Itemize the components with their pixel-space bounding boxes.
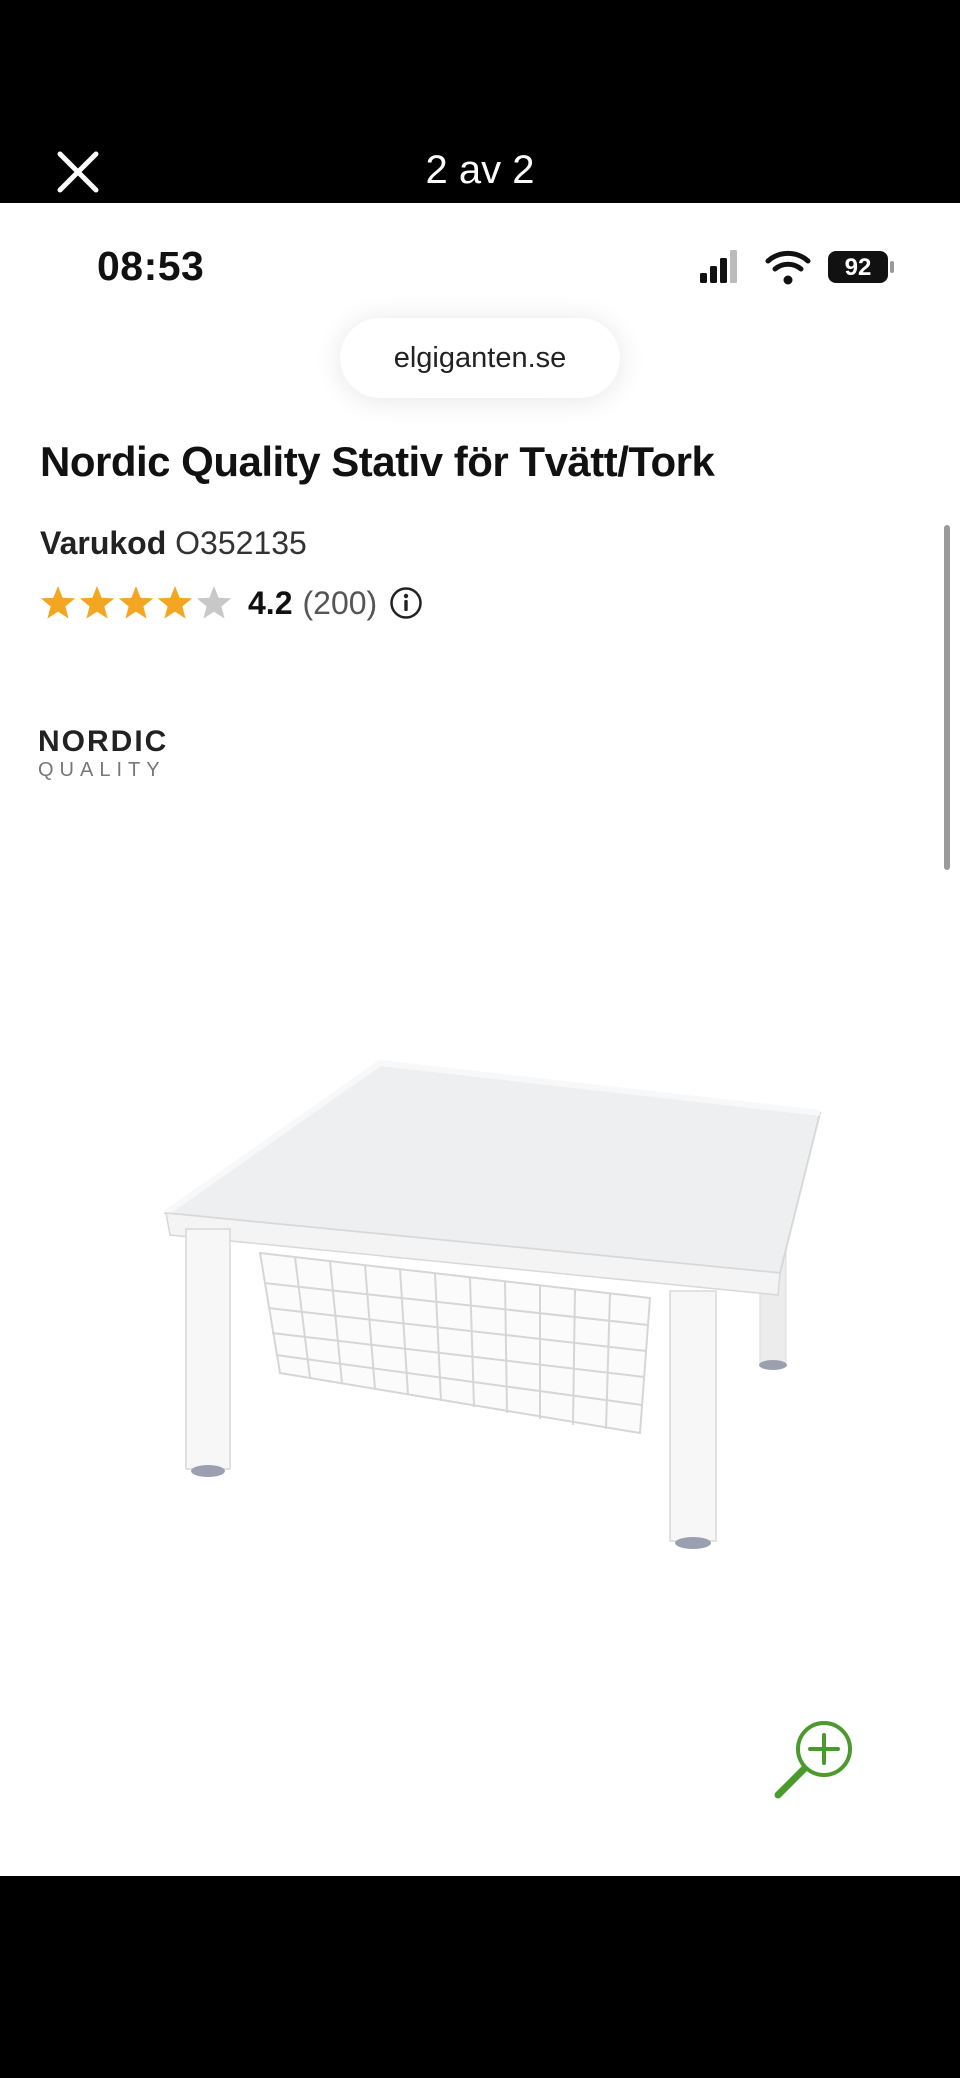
viewer-top-bar: 2 av 2: [0, 0, 960, 203]
star-icon: [79, 586, 115, 619]
brand-logo: NORDIC QUALITY: [38, 726, 168, 782]
rating-value: 4.2: [248, 584, 293, 621]
signal-icon: [700, 250, 737, 283]
product-image: [163, 1059, 822, 1549]
url-bar[interactable]: elgiganten.se: [340, 318, 620, 398]
image-counter: 2 av 2: [425, 148, 535, 192]
star-icon: [196, 586, 232, 619]
status-time: 08:53: [97, 243, 205, 289]
wifi-icon: [765, 250, 811, 285]
brand-logo-line2: QUALITY: [38, 759, 166, 781]
wire-basket: [258, 1251, 652, 1435]
zoom-in-icon: [774, 1721, 852, 1799]
battery-level: 92: [845, 254, 872, 281]
star-rating: [40, 586, 232, 619]
star-icon: [118, 586, 154, 619]
star-icon: [40, 586, 76, 619]
status-icons: 92: [700, 250, 894, 285]
screenshot-content: 08:53 92 elgiganten.se Nordic Quality St…: [0, 203, 960, 1876]
url-text: elgiganten.se: [393, 341, 567, 374]
page-scrollbar[interactable]: [944, 525, 950, 870]
info-icon[interactable]: [389, 586, 423, 620]
zoom-button[interactable]: [770, 1713, 860, 1803]
battery-icon: 92: [828, 251, 894, 283]
product-rating[interactable]: 4.2 (200): [40, 579, 423, 627]
sku-label: Varukod: [40, 525, 167, 561]
star-icon: [157, 586, 193, 619]
product-title: Nordic Quality Stativ för Tvätt/Tork: [40, 438, 715, 485]
rating-count: (200): [302, 584, 378, 621]
sku-value: O352135: [175, 525, 307, 561]
product-sku: Varukod O352135: [40, 525, 307, 562]
brand-logo-line1: NORDIC: [38, 725, 169, 758]
viewer-bottom-bar: [0, 1876, 960, 2078]
